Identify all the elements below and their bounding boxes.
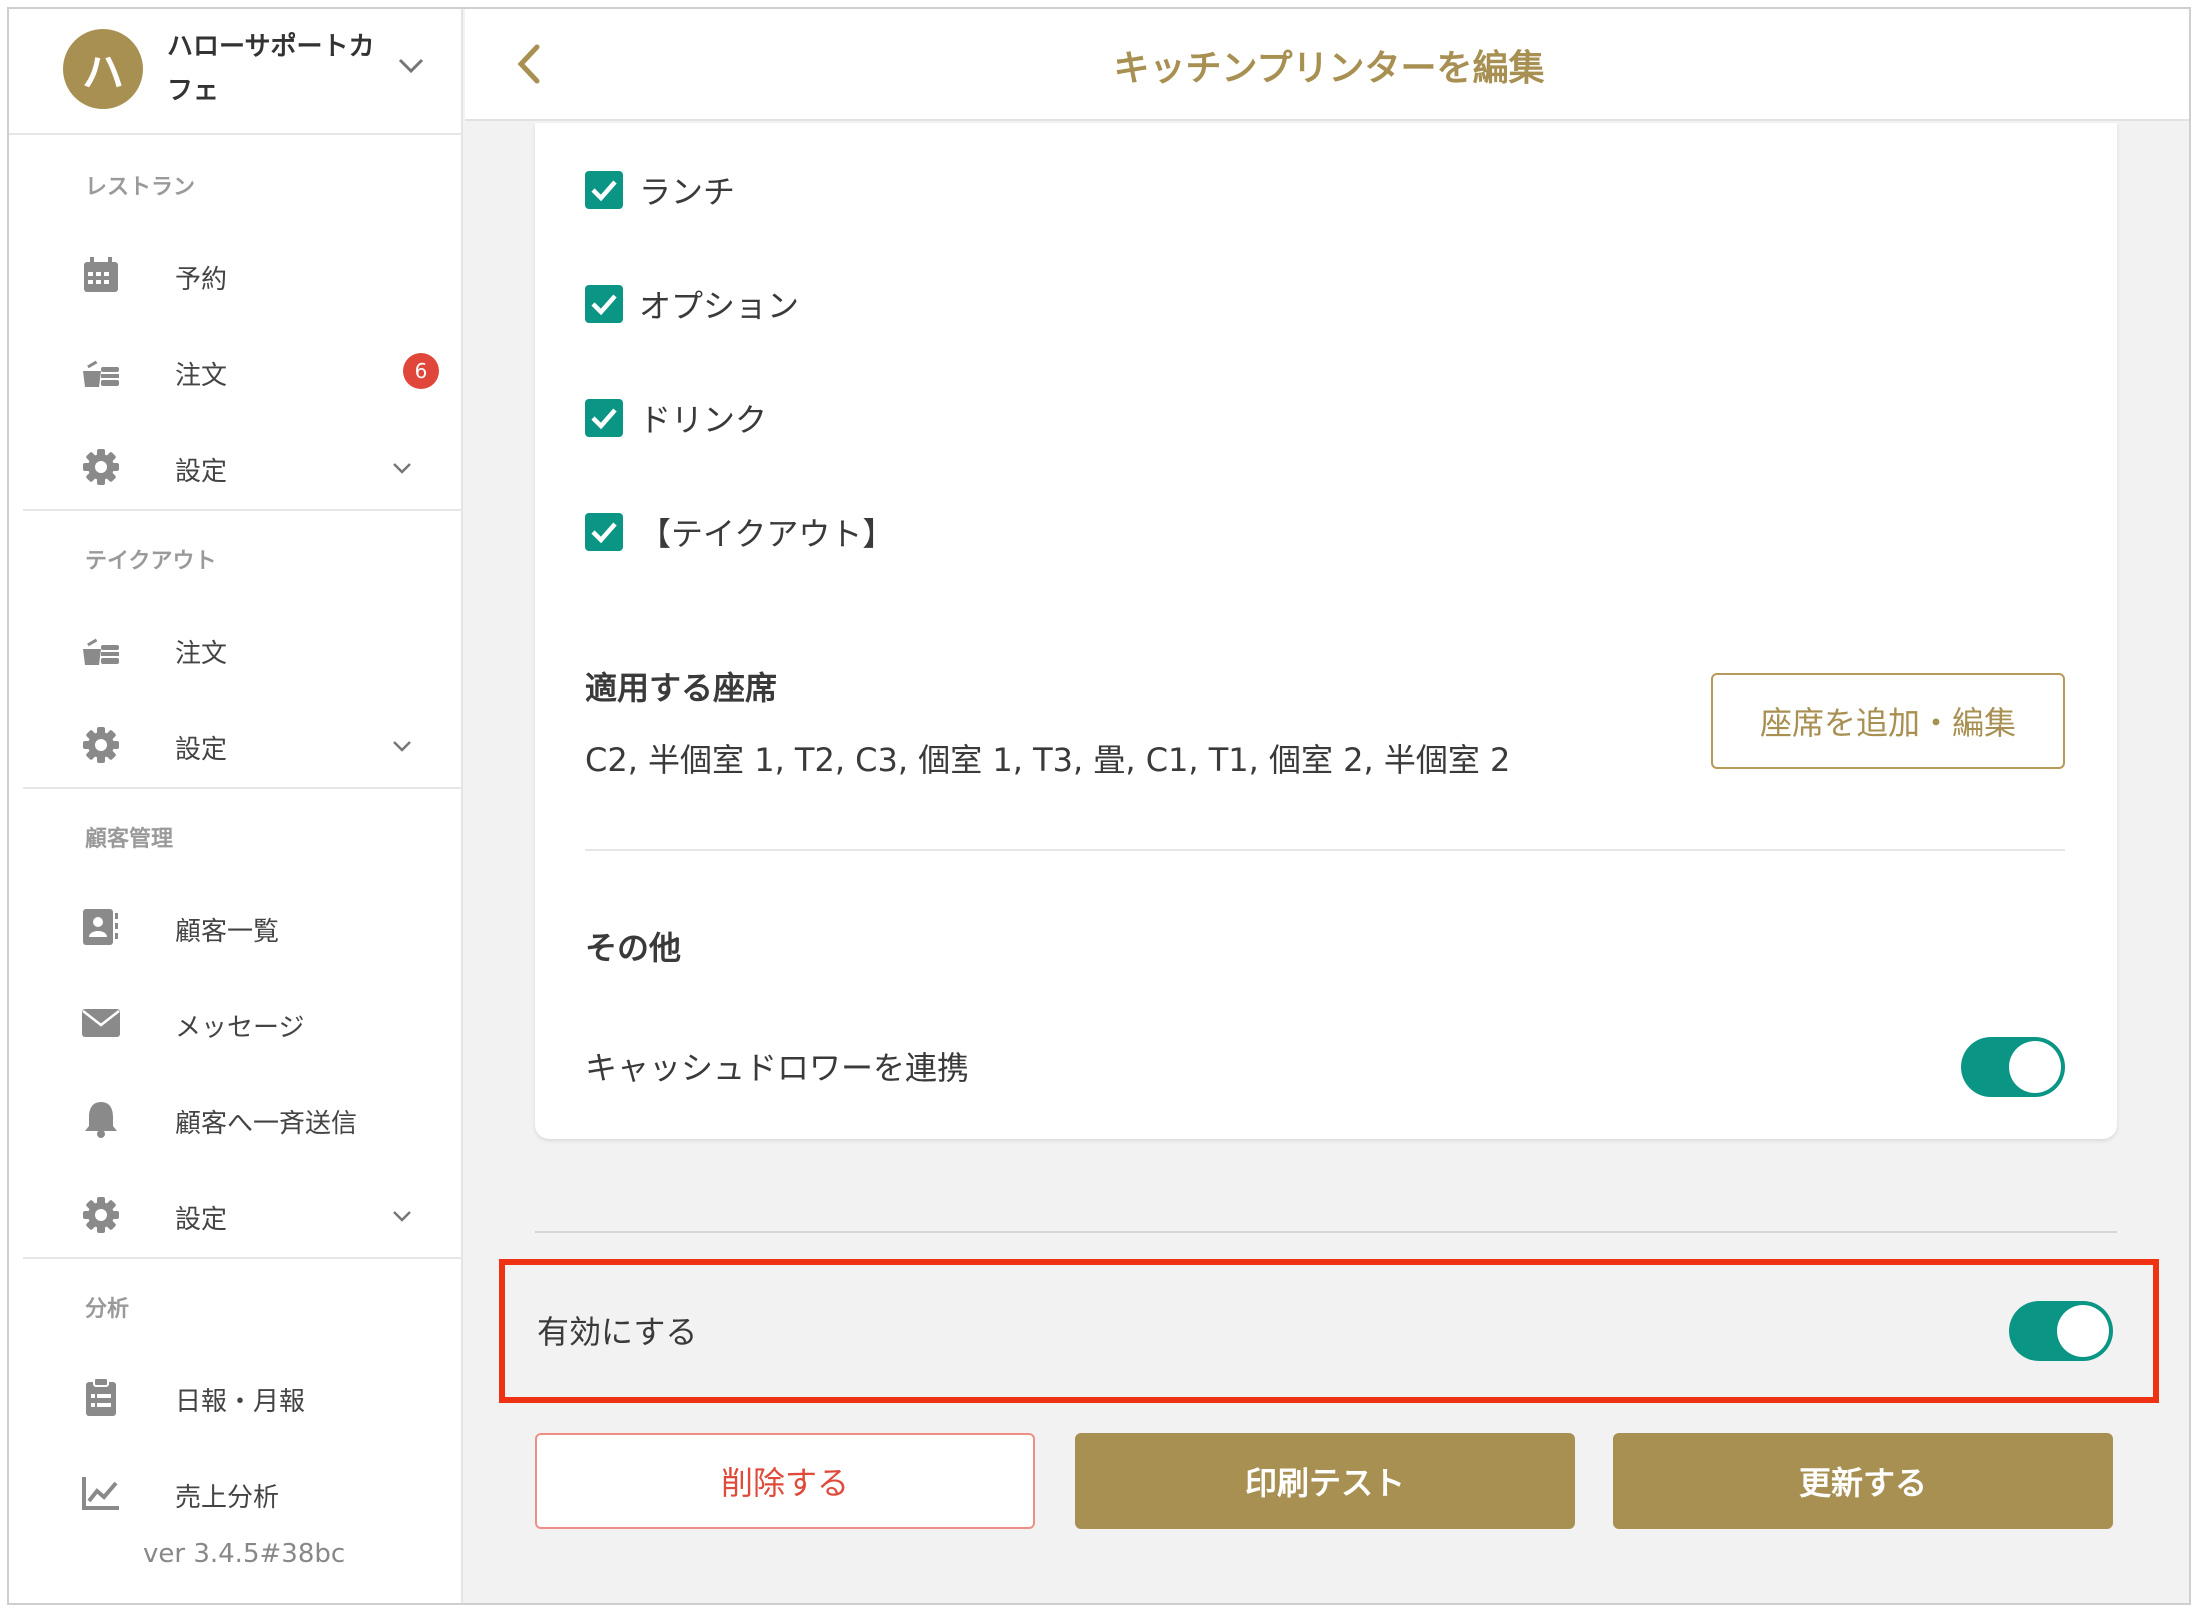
- applied-seats-list: C2, 半個室 1, T2, C3, 個室 1, T3, 畳, C1, T1, …: [585, 741, 1511, 779]
- card-divider: [585, 849, 2065, 851]
- category-label: オプション: [639, 287, 800, 325]
- toggle-knob: [2057, 1305, 2109, 1357]
- order-icon: [81, 351, 121, 391]
- print-test-button[interactable]: 印刷テスト: [1075, 1433, 1575, 1529]
- category-label: 【テイクアウト】: [639, 515, 895, 553]
- sidebar-divider: [23, 509, 463, 511]
- app-window: ハ ハローサポートカフェ レストラン 予約 注文 6 設定 テイクアウト 注文 …: [7, 7, 2191, 1605]
- sidebar-divider: [23, 787, 463, 789]
- cash-drawer-label: キャッシュドロワーを連携: [585, 1049, 970, 1087]
- checkbox-checked-icon[interactable]: [585, 171, 623, 209]
- sidebar-item-takeout-settings[interactable]: 設定: [9, 705, 463, 785]
- sidebar-item-takeout-orders[interactable]: 注文: [9, 609, 463, 689]
- sidebar-item-label: 売上分析: [175, 1483, 280, 1513]
- envelope-icon: [81, 1003, 121, 1043]
- other-section-title: その他: [585, 929, 682, 967]
- sidebar-item-reservations[interactable]: 予約: [9, 235, 463, 315]
- sidebar-item-label: 設定: [175, 457, 228, 487]
- page-title: キッチンプリンターを編集: [1113, 48, 1545, 89]
- sidebar-item-customer-list[interactable]: 顧客一覧: [9, 887, 463, 967]
- highlight-box: [499, 1259, 2159, 1403]
- chevron-down-icon: [398, 58, 424, 74]
- update-button[interactable]: 更新する: [1613, 1433, 2113, 1529]
- avatar: ハ: [63, 29, 143, 109]
- sidebar-item-label: 顧客一覧: [175, 917, 280, 947]
- clipboard-icon: [81, 1377, 121, 1417]
- checkbox-checked-icon[interactable]: [585, 399, 623, 437]
- enable-toggle[interactable]: [2009, 1301, 2113, 1361]
- gear-icon: [81, 725, 121, 765]
- category-label: ランチ: [639, 173, 736, 211]
- sidebar-item-label: 注文: [175, 639, 228, 669]
- sidebar-item-label: メッセージ: [175, 1013, 305, 1043]
- sidebar-item-messages[interactable]: メッセージ: [9, 983, 463, 1063]
- printer-settings-card: ランチ オプション ドリンク 【テイクアウト】 適用する座席 C2, 半個室 1…: [535, 123, 2117, 1139]
- seats-section-title: 適用する座席: [585, 669, 778, 707]
- store-switcher[interactable]: ハ ハローサポートカフェ: [9, 9, 463, 135]
- section-heading-analytics: 分析: [85, 1297, 130, 1322]
- store-name: ハローサポートカフェ: [167, 32, 375, 106]
- sidebar: ハ ハローサポートカフェ レストラン 予約 注文 6 設定 テイクアウト 注文 …: [9, 9, 463, 1603]
- chevron-down-icon: [393, 463, 411, 474]
- sidebar-item-restaurant-settings[interactable]: 設定: [9, 427, 463, 507]
- sidebar-item-label: 日報・月報: [175, 1387, 306, 1417]
- content-divider: [535, 1231, 2117, 1233]
- chevron-down-icon: [393, 741, 411, 752]
- sidebar-item-reports[interactable]: 日報・月報: [9, 1357, 463, 1437]
- notification-badge: 6: [403, 353, 439, 389]
- calendar-icon: [81, 255, 121, 295]
- section-heading-takeout: テイクアウト: [85, 549, 217, 574]
- bell-icon: [81, 1099, 121, 1139]
- order-icon: [81, 629, 121, 669]
- sidebar-item-label: 設定: [175, 735, 228, 765]
- section-heading-customers: 顧客管理: [85, 827, 174, 852]
- cash-drawer-toggle[interactable]: [1961, 1037, 2065, 1097]
- line-chart-icon: [81, 1473, 121, 1513]
- section-heading-restaurant: レストラン: [85, 175, 196, 200]
- edit-seats-button[interactable]: 座席を追加・編集: [1711, 673, 2065, 769]
- page-header: キッチンプリンターを編集: [465, 9, 2189, 121]
- enable-label: 有効にする: [537, 1313, 698, 1351]
- toggle-knob: [2009, 1041, 2061, 1093]
- sidebar-divider: [23, 1257, 463, 1259]
- app-version: ver 3.4.5#38bc: [143, 1539, 346, 1569]
- sidebar-item-label: 予約: [175, 265, 228, 295]
- checkbox-checked-icon[interactable]: [585, 513, 623, 551]
- sidebar-item-orders[interactable]: 注文 6: [9, 331, 463, 411]
- sidebar-item-label: 注文: [175, 361, 228, 391]
- sidebar-item-label: 顧客へ一斉送信: [175, 1109, 358, 1139]
- category-label: ドリンク: [639, 401, 768, 439]
- checkbox-checked-icon[interactable]: [585, 285, 623, 323]
- chevron-down-icon: [393, 1211, 411, 1222]
- gear-icon: [81, 447, 121, 487]
- sidebar-item-broadcast[interactable]: 顧客へ一斉送信: [9, 1079, 463, 1159]
- sidebar-item-customer-settings[interactable]: 設定: [9, 1175, 463, 1255]
- sidebar-item-label: 設定: [175, 1205, 228, 1235]
- gear-icon: [81, 1195, 121, 1235]
- sidebar-item-sales-analysis[interactable]: 売上分析: [9, 1453, 463, 1533]
- delete-button[interactable]: 削除する: [535, 1433, 1035, 1529]
- contact-card-icon: [81, 907, 121, 947]
